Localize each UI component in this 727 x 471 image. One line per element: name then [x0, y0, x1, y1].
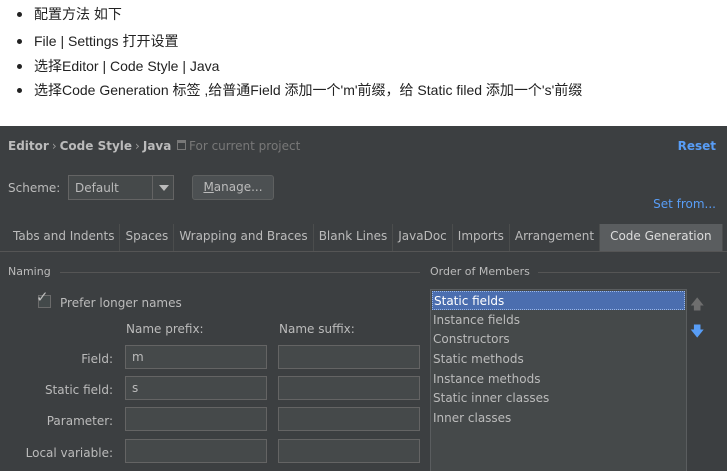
project-icon: [177, 140, 186, 150]
scheme-select-value: Default: [75, 181, 119, 195]
breadcrumb-editor: Editor: [8, 139, 49, 153]
order-of-members-list[interactable]: Static fields Instance fields Constructo…: [430, 289, 687, 471]
tab-javadoc[interactable]: JavaDoc: [393, 224, 453, 251]
field-label: Field:: [81, 352, 113, 366]
instruction-item: 配置方法 如下: [17, 6, 122, 22]
manage-button-label: anage...: [213, 180, 263, 194]
tab-divider: [0, 251, 727, 252]
list-item[interactable]: Instance methods: [432, 370, 685, 389]
instructions-panel: 配置方法 如下 File | Settings 打开设置 选择Editor | …: [0, 0, 727, 126]
tab-arrangement[interactable]: Arrangement: [510, 224, 601, 251]
parameter-suffix-input[interactable]: [278, 407, 420, 431]
static-field-label: Static field:: [44, 383, 113, 397]
tab-imports[interactable]: Imports: [453, 224, 510, 251]
manage-button-mnemonic: M: [203, 180, 214, 194]
list-item[interactable]: Static fields: [432, 291, 685, 310]
naming-section-divider: [60, 272, 420, 273]
instruction-item: File | Settings 打开设置: [16, 33, 179, 49]
parameter-prefix-input[interactable]: [125, 407, 267, 431]
list-item[interactable]: Static methods: [432, 350, 685, 369]
list-item[interactable]: Static inner classes: [432, 389, 685, 408]
code-style-settings-panel: Editor › Code Style › Java For current proje…: [0, 126, 727, 471]
tab-code-generation[interactable]: Code Generation: [600, 224, 723, 251]
name-prefix-header: Name prefix:: [126, 322, 204, 336]
breadcrumb-java: Java: [142, 139, 172, 153]
local-variable-suffix-input[interactable]: [278, 439, 420, 463]
local-variable-prefix-input[interactable]: [125, 439, 267, 463]
breadcrumb-separator: ›: [135, 139, 140, 153]
tab-bar: Tabs and Indents Spaces Wrapping and Bra…: [8, 224, 723, 251]
field-prefix-input[interactable]: [125, 345, 267, 369]
local-variable-label: Local variable:: [25, 446, 113, 460]
list-item[interactable]: Constructors: [432, 330, 685, 349]
prefer-longer-label[interactable]: Prefer longer names: [60, 296, 182, 310]
scheme-label: Scheme:: [8, 181, 61, 195]
list-item[interactable]: Inner classes: [432, 409, 685, 428]
tab-blank-lines[interactable]: Blank Lines: [314, 224, 394, 251]
set-from-link[interactable]: Set from...: [653, 197, 716, 211]
instruction-item: 选择Code Generation 标签 ,给普通Field 添加一个'm'前缀…: [16, 82, 583, 98]
arrow-up-icon[interactable]: 🡅: [690, 294, 704, 318]
parameter-label: Parameter:: [46, 414, 113, 428]
scheme-select[interactable]: Default: [68, 175, 174, 200]
breadcrumb: Editor › Code Style › Java: [8, 139, 171, 153]
field-suffix-input[interactable]: [278, 345, 420, 369]
breadcrumb-code-style: Code Style: [59, 139, 133, 153]
breadcrumb-separator: ›: [51, 139, 57, 153]
check-icon: ✓: [36, 288, 49, 306]
reset-link[interactable]: Reset: [678, 139, 716, 153]
arrow-down-icon[interactable]: 🡇: [690, 321, 704, 345]
list-item[interactable]: Instance fields: [432, 311, 685, 330]
tab-tabs-and-indents[interactable]: Tabs and Indents: [8, 224, 121, 251]
static-field-suffix-input[interactable]: [278, 376, 420, 400]
chevron-down-icon: [159, 185, 169, 191]
naming-section-title: Naming: [8, 265, 51, 278]
project-scope-label: For current project: [189, 139, 301, 153]
order-section-divider: [538, 272, 720, 273]
scheme-select-divider: [152, 176, 153, 199]
manage-button[interactable]: Manage...: [192, 175, 274, 200]
tab-spaces[interactable]: Spaces: [120, 224, 175, 251]
static-field-prefix-input[interactable]: [125, 376, 267, 400]
tab-wrapping-and-braces[interactable]: Wrapping and Braces: [174, 224, 314, 251]
order-section-title: Order of Members: [430, 265, 530, 278]
name-suffix-header: Name suffix:: [279, 322, 355, 336]
instruction-item: 选择Editor | Code Style | Java: [16, 58, 220, 74]
